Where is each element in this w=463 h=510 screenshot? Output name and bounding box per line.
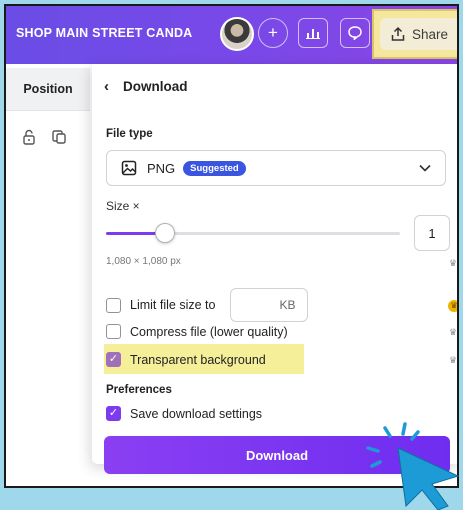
- duplicate-icon[interactable]: [50, 128, 68, 146]
- gold-crown-icon: ♛: [448, 300, 457, 312]
- crown-icon: ♛: [448, 258, 458, 268]
- add-collaborator-button[interactable]: +: [258, 18, 288, 48]
- lock-icon[interactable]: [20, 128, 38, 146]
- file-size-input[interactable]: KB: [230, 288, 309, 322]
- transparent-checkbox[interactable]: ✓: [106, 352, 121, 367]
- dimensions-text: 1,080 × 1,080 px: [106, 256, 181, 267]
- share-button[interactable]: Share: [380, 18, 457, 50]
- share-label: Share: [412, 26, 449, 42]
- comment-icon: [348, 26, 362, 41]
- save-settings-label: Save download settings: [130, 406, 263, 421]
- size-label: Size ×: [106, 199, 140, 213]
- brand-title: SHOP MAIN STREET CANDA: [16, 26, 193, 40]
- avatar[interactable]: [220, 17, 254, 51]
- preferences-label: Preferences: [106, 384, 172, 396]
- comment-button[interactable]: [340, 18, 370, 48]
- limit-size-checkbox[interactable]: [106, 297, 121, 313]
- back-chevron-icon[interactable]: ‹: [104, 78, 109, 95]
- size-slider-handle[interactable]: [154, 223, 175, 243]
- size-input[interactable]: 1: [414, 215, 450, 251]
- suggested-badge: Suggested: [183, 160, 246, 176]
- panel-title: Download: [123, 79, 188, 94]
- image-icon: [121, 160, 137, 176]
- compress-label: Compress file (lower quality): [130, 324, 288, 339]
- kb-unit: KB: [279, 298, 296, 312]
- limit-size-row: Limit file size to KB: [106, 288, 309, 322]
- download-panel: ‹ Download File type PNG Suggested Size …: [92, 64, 458, 474]
- save-settings-row: ✓ Save download settings: [106, 406, 262, 421]
- file-type-select[interactable]: PNG Suggested: [106, 150, 446, 186]
- limit-size-label: Limit file size to: [130, 298, 216, 312]
- size-slider[interactable]: [106, 223, 400, 243]
- crown-icon: ♛: [448, 327, 458, 337]
- chevron-down-icon: [419, 164, 431, 172]
- crown-icon: ♛: [448, 355, 458, 365]
- transparent-label: Transparent background: [130, 352, 266, 367]
- top-bar: SHOP MAIN STREET CANDA + Share: [6, 6, 457, 64]
- transparent-row: ✓ Transparent background: [106, 352, 266, 367]
- plus-icon: +: [268, 23, 278, 42]
- compress-checkbox[interactable]: [106, 324, 121, 339]
- insights-button[interactable]: [298, 18, 328, 48]
- share-upload-icon: [391, 26, 405, 41]
- save-settings-checkbox[interactable]: ✓: [106, 406, 121, 421]
- pointer-cursor-icon: [366, 422, 460, 510]
- file-type-label: File type: [106, 128, 153, 140]
- panel-header: ‹ Download: [104, 78, 188, 95]
- compress-row: Compress file (lower quality): [106, 324, 288, 339]
- analytics-icon: [306, 29, 320, 39]
- file-type-value: PNG: [147, 160, 176, 176]
- left-panel: Position: [6, 64, 90, 486]
- app-window: SHOP MAIN STREET CANDA + Share Position …: [4, 4, 459, 488]
- tab-position[interactable]: Position: [6, 68, 90, 111]
